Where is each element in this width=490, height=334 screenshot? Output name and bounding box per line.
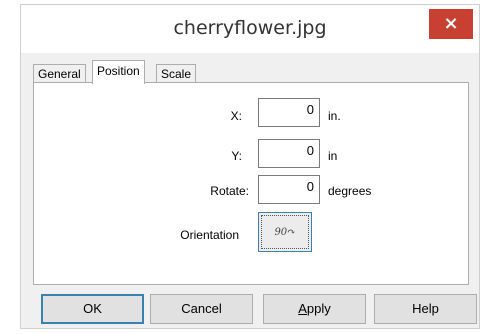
close-button[interactable]: ×: [429, 9, 473, 39]
cancel-button[interactable]: Cancel: [150, 294, 253, 324]
tab-general[interactable]: General: [33, 64, 86, 82]
y-field[interactable]: 0: [258, 139, 320, 168]
apply-button[interactable]: Apply: [263, 294, 366, 324]
rotate-unit: degrees: [328, 184, 372, 198]
orientation-label: Orientation: [180, 228, 239, 242]
apply-label-rest: pply: [306, 301, 331, 316]
dialog-window: cherryflower.jpg × General Position Scal…: [20, 4, 480, 329]
tab-position[interactable]: Position: [92, 60, 145, 84]
help-button[interactable]: Help: [374, 294, 477, 324]
tab-scale[interactable]: Scale: [156, 64, 197, 82]
y-label: Y:: [231, 149, 242, 163]
ok-button[interactable]: OK: [41, 294, 144, 324]
title-bar: cherryflower.jpg ×: [21, 5, 479, 53]
apply-mnemonic: A: [298, 301, 307, 316]
rotate-orientation-icon: 90↷: [261, 215, 309, 249]
y-unit: in: [328, 149, 338, 163]
rotate-label: Rotate:: [210, 184, 249, 198]
close-icon: ×: [443, 13, 459, 34]
rotate-field[interactable]: 0: [258, 175, 320, 204]
x-unit: in.: [328, 109, 341, 123]
window-title: cherryflower.jpg: [173, 17, 327, 39]
orientation-button[interactable]: 90↷: [258, 212, 312, 252]
x-field[interactable]: 0: [258, 98, 320, 127]
x-label: X:: [230, 109, 242, 123]
position-panel: X: 0 in. Y: 0 in Rotate: 0 degrees Orien…: [33, 82, 469, 285]
